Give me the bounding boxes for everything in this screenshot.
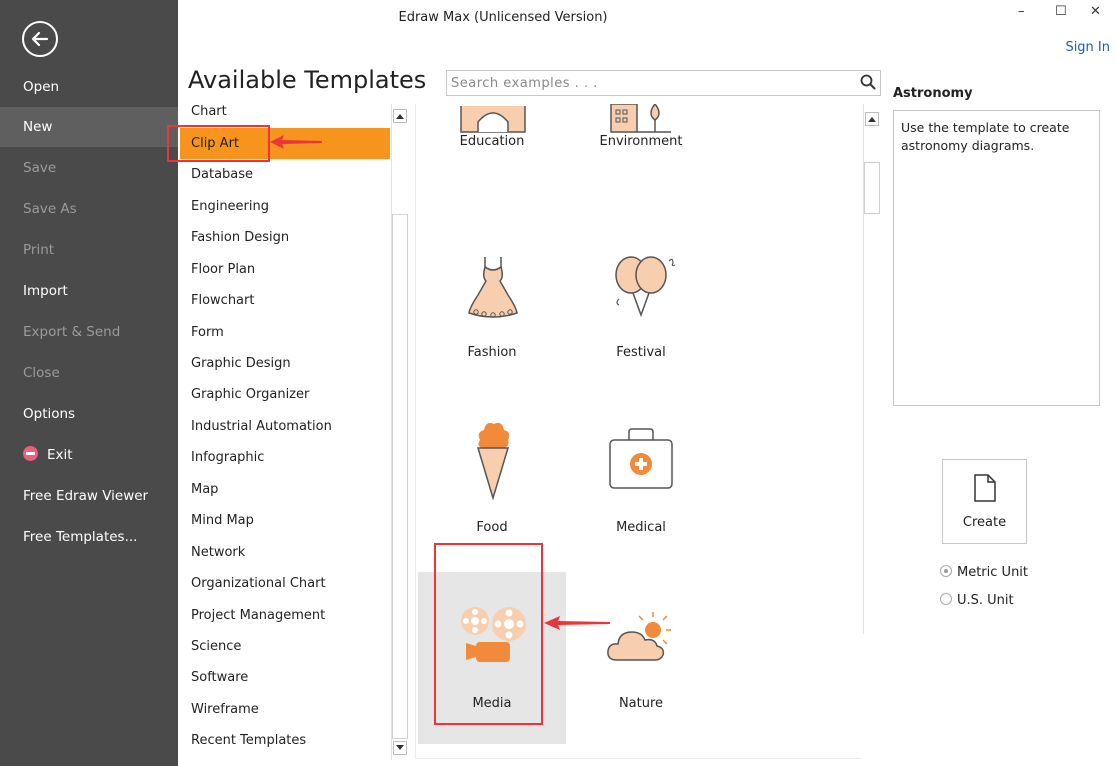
close-button[interactable]: ✕ <box>1090 4 1101 19</box>
category-item[interactable]: Wireframe <box>180 694 390 725</box>
template-details-title: Astronomy <box>893 86 973 101</box>
category-item[interactable]: Database <box>180 159 390 190</box>
category-item[interactable]: Floor Plan <box>180 254 390 285</box>
metric-unit-label: Metric Unit <box>957 565 1029 580</box>
category-item[interactable]: Project Management <box>180 600 390 631</box>
create-label: Create <box>962 515 1007 530</box>
menu-exit-label: Exit <box>47 447 73 463</box>
category-item[interactable]: Flowchart <box>180 285 390 316</box>
template-food[interactable]: Food <box>418 418 566 590</box>
template-fashion[interactable]: Fashion <box>418 243 566 415</box>
exit-icon <box>23 446 38 461</box>
back-button[interactable] <box>22 21 58 57</box>
template-gallery: Education Environment Fashion Festival F… <box>415 104 862 759</box>
scroll-up-button[interactable] <box>865 112 879 126</box>
scroll-down-button[interactable] <box>393 741 407 755</box>
radio-checked[interactable] <box>940 565 952 577</box>
caret-up-icon <box>868 117 876 122</box>
template-label: Environment <box>599 134 683 149</box>
category-item[interactable]: Graphic Organizer <box>180 379 390 410</box>
category-item[interactable]: Industrial Automation <box>180 411 390 442</box>
menu-free-edraw-viewer[interactable]: Free Edraw Viewer <box>0 476 178 516</box>
radio-unchecked[interactable] <box>940 593 952 605</box>
page-title: Available Templates <box>188 66 427 94</box>
category-item[interactable]: Form <box>180 317 390 348</box>
menu-free-templates[interactable]: Free Templates... <box>0 517 178 557</box>
menu-new[interactable]: New <box>0 107 178 147</box>
category-item[interactable]: Chart <box>180 104 390 127</box>
template-label: Education <box>459 134 525 149</box>
template-scrollbar[interactable] <box>863 104 880 634</box>
template-media[interactable]: Media <box>418 572 566 744</box>
menu-print[interactable]: Print <box>0 230 178 270</box>
caret-down-icon <box>396 745 404 750</box>
search-field[interactable] <box>446 70 881 96</box>
minimize-button[interactable]: – <box>1018 4 1025 19</box>
template-medical[interactable]: Medical <box>567 418 715 590</box>
menu-save[interactable]: Save <box>0 148 178 188</box>
category-item[interactable]: Engineering <box>180 191 390 222</box>
template-description: Use the template to create astronomy dia… <box>893 110 1100 406</box>
category-item[interactable]: Mind Map <box>180 505 390 536</box>
balloons-icon <box>615 256 676 318</box>
template-label: Fashion <box>467 345 517 360</box>
category-item[interactable]: Organizational Chart <box>180 568 390 599</box>
menu-save-as[interactable]: Save As <box>0 189 178 229</box>
us-unit-option[interactable]: U.S. Unit <box>940 593 1014 608</box>
maximize-button[interactable]: ☐ <box>1055 4 1067 19</box>
template-label: Medical <box>616 520 666 535</box>
annotation-arrow-icon <box>270 135 322 149</box>
scroll-up-button[interactable] <box>393 109 407 123</box>
search-icon[interactable] <box>860 74 876 90</box>
category-item[interactable]: Map <box>180 474 390 505</box>
menu-import[interactable]: Import <box>0 271 178 311</box>
scroll-thumb[interactable] <box>392 214 408 739</box>
window-title: Edraw Max (Unlicensed Version) <box>398 10 608 25</box>
category-item[interactable]: Software <box>180 662 390 693</box>
metric-unit-option[interactable]: Metric Unit <box>940 565 1028 580</box>
menu-export-send[interactable]: Export & Send <box>0 312 178 352</box>
backstage-sidebar: Open New Save Save As Print Import Expor… <box>0 0 178 766</box>
sign-in-link[interactable]: Sign In <box>1065 40 1110 55</box>
category-scrollbar[interactable] <box>391 104 408 760</box>
template-label: Food <box>476 520 508 535</box>
scroll-thumb[interactable] <box>864 162 880 214</box>
category-item[interactable]: Infographic <box>180 442 390 473</box>
template-festival[interactable]: Festival <box>567 243 715 415</box>
category-item[interactable]: Network <box>180 537 390 568</box>
menu-open[interactable]: Open <box>0 67 178 107</box>
caret-up-icon <box>396 114 404 119</box>
menu-close[interactable]: Close <box>0 353 178 393</box>
category-item[interactable]: Science <box>180 631 390 662</box>
ice-cream-icon <box>476 422 510 500</box>
template-label: Nature <box>618 696 664 711</box>
menu-options[interactable]: Options <box>0 394 178 434</box>
dress-icon <box>468 257 518 318</box>
us-unit-label: U.S. Unit <box>957 593 1014 608</box>
search-input[interactable] <box>447 71 847 95</box>
category-item[interactable]: Recent Templates <box>180 725 390 756</box>
medical-kit-icon <box>609 428 673 489</box>
title-bar: Edraw Max (Unlicensed Version) – ☐ ✕ <box>178 0 1116 36</box>
category-list: Chart Clip Art Database Engineering Fash… <box>180 104 390 760</box>
back-arrow-icon <box>31 31 49 47</box>
annotation-arrow-icon <box>544 616 610 630</box>
template-environment[interactable]: Environment <box>567 104 715 240</box>
category-item[interactable]: Graphic Design <box>180 348 390 379</box>
template-education[interactable]: Education <box>418 104 566 240</box>
create-button[interactable]: Create <box>942 459 1027 544</box>
template-nature[interactable]: Nature <box>567 572 715 744</box>
new-document-icon <box>974 474 996 502</box>
cloud-sun-icon <box>607 612 671 661</box>
template-label: Media <box>472 696 512 711</box>
menu-exit[interactable]: Exit <box>0 435 178 475</box>
film-camera-icon <box>461 607 526 662</box>
template-label: Festival <box>616 345 666 360</box>
category-item[interactable]: Fashion Design <box>180 222 390 253</box>
